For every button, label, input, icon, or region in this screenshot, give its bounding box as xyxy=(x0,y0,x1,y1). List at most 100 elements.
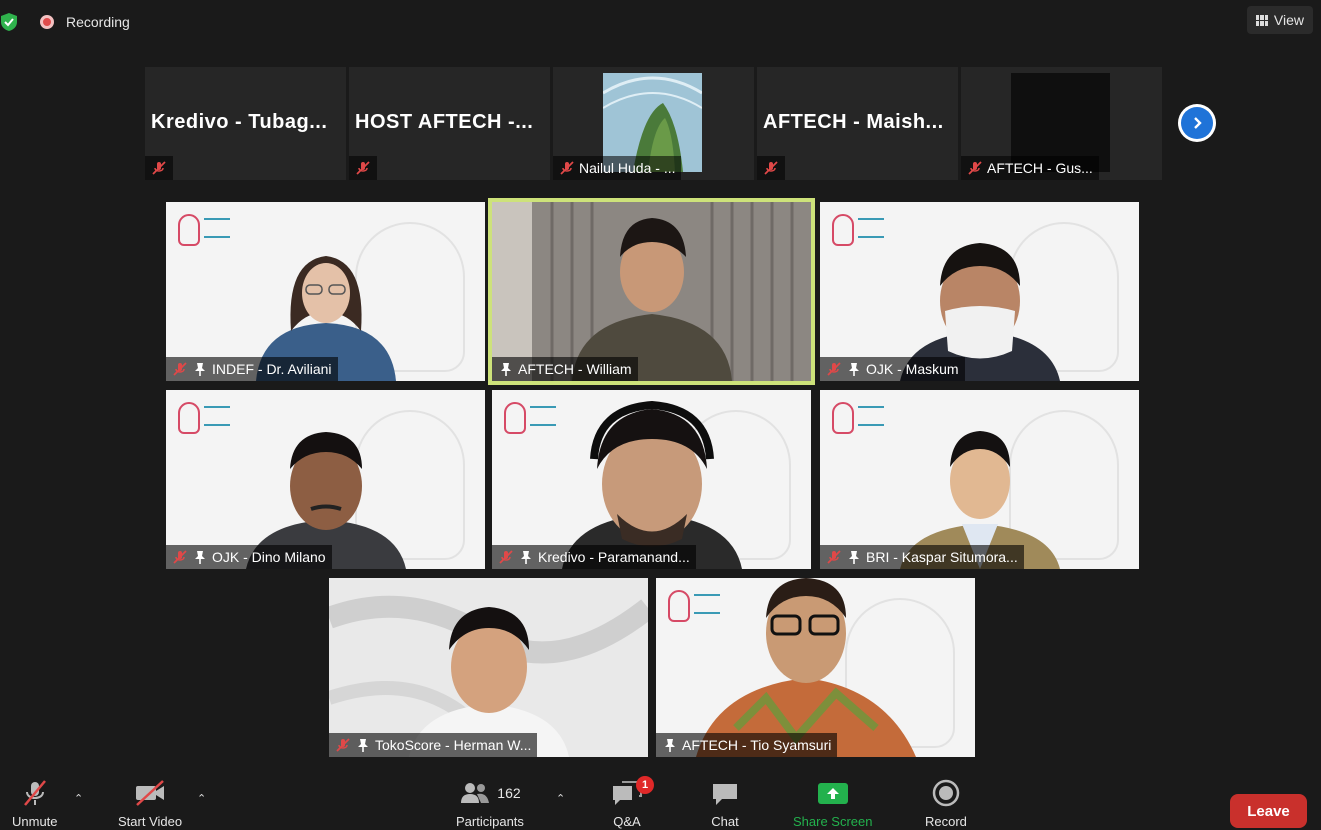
thumbnail-footer: Nailul Huda - ... xyxy=(553,156,682,180)
pin-icon xyxy=(665,739,675,752)
muted-mic-icon xyxy=(336,738,350,752)
qa-label: Q&A xyxy=(613,814,641,829)
participants-options-caret-icon[interactable]: ⌃ xyxy=(556,792,565,805)
pin-icon xyxy=(358,739,368,752)
thumbnail-footer xyxy=(349,156,377,180)
event-logo-text xyxy=(204,218,230,238)
event-logo-icon xyxy=(832,402,854,434)
event-logo-text xyxy=(204,406,230,426)
tile-label: TokoScore - Herman W... xyxy=(329,733,538,757)
strip-thumbnail[interactable]: Nailul Huda - ... xyxy=(553,67,754,180)
muted-mic-icon xyxy=(173,550,187,564)
tile-label: OJK - Dino Milano xyxy=(166,545,332,569)
video-tile[interactable]: OJK - Dino Milano xyxy=(166,390,485,569)
pin-icon xyxy=(849,551,859,564)
pin-icon xyxy=(849,363,859,376)
thumbnail-footer xyxy=(757,156,785,180)
event-logo-icon xyxy=(178,214,200,246)
recording-dot-icon xyxy=(40,15,54,29)
thumbnail-footer-name: Nailul Huda - ... xyxy=(579,160,676,176)
record-button[interactable]: Record xyxy=(925,778,967,829)
participants-icon xyxy=(461,783,490,803)
participant-video xyxy=(695,578,916,757)
pin-icon xyxy=(501,363,511,376)
chat-label: Chat xyxy=(711,814,739,829)
unmute-button[interactable]: Unmute xyxy=(12,778,58,829)
qa-button[interactable]: 1 Q&A xyxy=(610,776,654,829)
event-logo-icon xyxy=(504,402,526,434)
video-tile[interactable]: Kredivo - Paramanand... xyxy=(492,390,811,569)
view-button[interactable]: View xyxy=(1246,6,1313,34)
participant-name: OJK - Dino Milano xyxy=(212,549,326,565)
muted-mic-icon xyxy=(152,161,166,175)
next-page-button[interactable] xyxy=(1178,104,1216,142)
muted-mic-icon xyxy=(560,161,574,175)
tile-label: INDEF - Dr. Aviliani xyxy=(166,357,338,381)
muted-mic-icon xyxy=(499,550,513,564)
event-logo-icon xyxy=(668,590,690,622)
muted-mic-icon xyxy=(968,161,982,175)
start-video-label: Start Video xyxy=(118,814,183,829)
strip-thumbnail[interactable]: AFTECH - Gus... xyxy=(961,67,1162,180)
qa-notification-badge: 1 xyxy=(636,776,654,794)
recording-indicator[interactable]: Recording xyxy=(40,14,130,30)
participant-name: AFTECH - Tio Syamsuri xyxy=(682,737,832,753)
video-tile[interactable]: BRI - Kaspar Situmora... xyxy=(820,390,1139,569)
share-screen-label: Share Screen xyxy=(793,814,873,829)
muted-mic-icon xyxy=(764,161,778,175)
meeting-toolbar: Unmute ⌃ Start Video ⌃ 162 Participants … xyxy=(0,776,1321,830)
meeting-window: Recording View Kredivo - Tubag... HOST A… xyxy=(0,0,1321,830)
video-off-icon xyxy=(136,780,165,806)
thumbnail-footer-name: AFTECH - Gus... xyxy=(987,160,1093,176)
pin-icon xyxy=(195,551,205,564)
unmute-label: Unmute xyxy=(12,814,58,829)
tile-label: AFTECH - Tio Syamsuri xyxy=(656,733,838,757)
video-tile[interactable]: OJK - Maskum xyxy=(820,202,1139,381)
muted-mic-icon xyxy=(827,550,841,564)
video-tile[interactable]: AFTECH - Tio Syamsuri xyxy=(656,578,975,757)
event-logo-icon xyxy=(832,214,854,246)
participant-name: Kredivo - Paramanand... xyxy=(538,549,690,565)
thumbnail-name: HOST AFTECH -... xyxy=(355,111,534,133)
tile-label: AFTECH - William xyxy=(492,357,638,381)
strip-thumbnail[interactable]: HOST AFTECH -... xyxy=(349,67,550,180)
participant-name: AFTECH - William xyxy=(518,361,632,377)
muted-mic-icon xyxy=(356,161,370,175)
strip-thumbnail[interactable]: AFTECH - Maish... xyxy=(757,67,958,180)
participants-count: 162 xyxy=(497,785,521,801)
muted-mic-icon xyxy=(173,362,187,376)
view-label: View xyxy=(1273,12,1304,28)
participant-strip: Kredivo - Tubag... HOST AFTECH -... Nail… xyxy=(145,67,1162,180)
leave-button[interactable]: Leave xyxy=(1230,794,1307,828)
thumbnail-footer: AFTECH - Gus... xyxy=(961,156,1099,180)
thumbnail-footer xyxy=(145,156,173,180)
recording-label: Recording xyxy=(66,14,130,30)
chevron-right-icon xyxy=(1181,107,1213,139)
participants-button[interactable]: 162 Participants xyxy=(456,778,524,829)
start-video-button[interactable]: Start Video xyxy=(118,778,182,829)
grid-icon xyxy=(1255,14,1268,26)
pin-icon xyxy=(521,551,531,564)
record-icon xyxy=(932,779,960,807)
video-options-caret-icon[interactable]: ⌃ xyxy=(197,792,206,805)
video-tile-active-speaker[interactable]: AFTECH - William xyxy=(488,198,815,385)
participant-name: OJK - Maskum xyxy=(866,361,959,377)
participant-name: TokoScore - Herman W... xyxy=(375,737,532,753)
event-logo-icon xyxy=(178,402,200,434)
chat-button[interactable]: Chat xyxy=(710,778,740,829)
thumbnail-name: AFTECH - Maish... xyxy=(763,111,944,133)
audio-options-caret-icon[interactable]: ⌃ xyxy=(74,792,83,805)
event-logo-text xyxy=(858,406,884,426)
security-shield-icon[interactable] xyxy=(0,12,18,32)
share-screen-button[interactable]: Share Screen xyxy=(793,778,873,829)
tile-label: Kredivo - Paramanand... xyxy=(492,545,696,569)
share-screen-icon xyxy=(817,783,848,804)
participants-label: Participants xyxy=(456,814,524,829)
video-tile[interactable]: INDEF - Dr. Aviliani xyxy=(166,202,485,381)
pin-icon xyxy=(195,363,205,376)
tile-label: BRI - Kaspar Situmora... xyxy=(820,545,1024,569)
chat-bubble-icon xyxy=(713,784,737,805)
strip-thumbnail[interactable]: Kredivo - Tubag... xyxy=(145,67,346,180)
video-tile[interactable]: TokoScore - Herman W... xyxy=(329,578,648,757)
participant-name: BRI - Kaspar Situmora... xyxy=(866,549,1018,565)
